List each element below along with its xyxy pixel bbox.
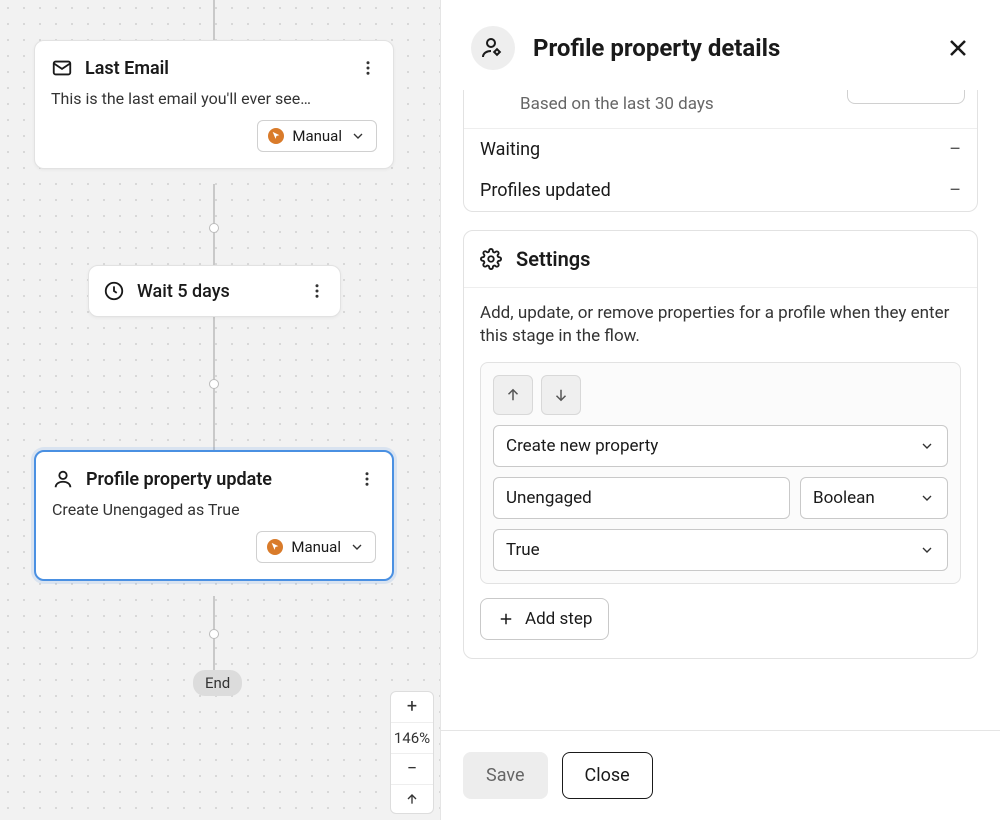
flow-canvas[interactable]: Last Email This is the last email you'll…	[0, 0, 440, 820]
status-dropdown[interactable]: Manual	[256, 531, 376, 563]
card-menu-button[interactable]	[359, 59, 377, 77]
move-up-button[interactable]	[493, 375, 533, 415]
panel-title: Profile property details	[533, 34, 780, 62]
zoom-out-button[interactable]: −	[391, 753, 433, 784]
flow-card-profile-property[interactable]: Profile property update Create Unengaged…	[34, 450, 394, 581]
card-menu-button[interactable]	[308, 282, 326, 300]
stat-row-updated: Profiles updated –	[464, 170, 977, 211]
connector-node[interactable]	[209, 223, 219, 233]
flow-end-chip: End	[193, 670, 242, 696]
clock-icon	[103, 280, 125, 302]
chevron-down-icon	[919, 542, 935, 558]
stat-label: Profiles updated	[480, 180, 611, 201]
gear-icon	[480, 248, 502, 270]
stat-label: Waiting	[480, 139, 540, 160]
zoom-in-button[interactable]: +	[391, 692, 433, 722]
profile-property-icon	[471, 26, 515, 70]
status-label: Manual	[291, 538, 341, 556]
status-label: Manual	[292, 127, 342, 145]
card-title: Profile property update	[86, 469, 272, 490]
flow-card-email[interactable]: Last Email This is the last email you'll…	[34, 40, 394, 169]
plus-icon	[497, 610, 515, 628]
panel-footer: Save Close	[441, 730, 1000, 820]
save-button[interactable]: Save	[463, 752, 548, 799]
close-panel-button[interactable]	[946, 36, 970, 60]
chevron-down-icon	[919, 438, 935, 454]
zoom-controls: + 146% −	[390, 691, 434, 814]
stat-value: –	[949, 139, 961, 160]
card-menu-button[interactable]	[358, 470, 376, 488]
card-title: Last Email	[85, 58, 169, 79]
property-type-select[interactable]: Boolean	[800, 477, 948, 519]
close-button[interactable]: Close	[562, 752, 653, 799]
action-select[interactable]: Create new property	[493, 425, 948, 467]
card-subtext: This is the last email you'll ever see…	[51, 89, 377, 108]
zoom-level: 146%	[391, 722, 433, 753]
stat-value: –	[949, 180, 961, 201]
mail-icon	[51, 57, 73, 79]
status-dropdown[interactable]: Manual	[257, 120, 377, 152]
chevron-down-icon	[919, 490, 935, 506]
chevron-down-icon	[349, 539, 365, 555]
person-icon	[52, 468, 74, 490]
settings-box: Settings Add, update, or remove properti…	[463, 230, 978, 659]
connector-node[interactable]	[209, 379, 219, 389]
cursor-icon	[268, 128, 284, 144]
stats-box: Based on the last 30 days Waiting – Prof…	[463, 90, 978, 212]
details-panel: Profile property details Based on the la…	[440, 0, 1000, 820]
timeframe-button-stub[interactable]	[847, 90, 965, 104]
settings-description: Add, update, or remove properties for a …	[480, 302, 961, 348]
zoom-top-button[interactable]	[391, 784, 433, 813]
connector-line	[213, 0, 215, 40]
connector-node[interactable]	[209, 629, 219, 639]
settings-heading: Settings	[464, 231, 977, 288]
property-step-box: Create new property Unengaged Boolean	[480, 362, 961, 584]
card-subtext: Create Unengaged as True	[52, 500, 376, 519]
stats-timeframe: Based on the last 30 days	[464, 90, 977, 129]
card-title: Wait 5 days	[137, 281, 230, 302]
cursor-icon	[267, 539, 283, 555]
move-down-button[interactable]	[541, 375, 581, 415]
flow-card-wait[interactable]: Wait 5 days	[88, 265, 341, 317]
property-value-select[interactable]: True	[493, 529, 948, 571]
panel-header: Profile property details	[441, 0, 1000, 92]
property-name-input[interactable]: Unengaged	[493, 477, 790, 519]
chevron-down-icon	[350, 128, 366, 144]
add-step-button[interactable]: Add step	[480, 598, 609, 640]
stat-row-waiting: Waiting –	[464, 129, 977, 170]
